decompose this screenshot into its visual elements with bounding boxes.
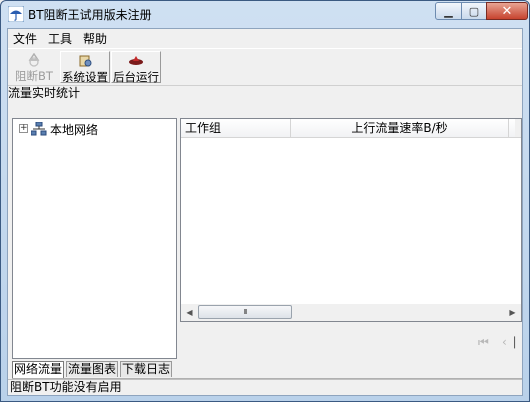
block-bt-button[interactable]: 阻断BT (11, 51, 57, 83)
title-bar[interactable]: BT阻断王试用版未注册 ▁ ▢ ✕ (1, 1, 529, 27)
settings-label: 系统设置 (62, 70, 108, 84)
tree-root-label[interactable]: 本地网络 (50, 121, 98, 138)
first-page-icon[interactable]: ⏮ (478, 335, 489, 350)
traffic-list[interactable]: 工作组 上行流量速率B/秒 ◀ III ▶ (180, 118, 522, 322)
background-run-button[interactable]: 后台运行 (111, 51, 161, 84)
maximize-button[interactable]: ▢ (461, 2, 487, 20)
block-bt-label: 阻断BT (15, 69, 53, 83)
settings-icon (79, 55, 92, 67)
menu-help[interactable]: 帮助 (83, 30, 107, 47)
prev-page-icon[interactable]: ‹ (502, 335, 507, 349)
app-window: BT阻断王试用版未注册 ▁ ▢ ✕ 文件 工具 帮助 阻断BT 系统设置 后台运… (0, 0, 530, 402)
scroll-left-icon[interactable]: ◀ (181, 304, 198, 321)
header-filler (515, 119, 521, 137)
maximize-icon: ▢ (468, 4, 480, 18)
tab-download-log[interactable]: 下载日志 (120, 361, 172, 377)
horizontal-scrollbar[interactable]: ◀ III ▶ (181, 304, 521, 321)
settings-button[interactable]: 系统设置 (60, 51, 110, 84)
tab-traffic-chart[interactable]: 流量图表 (66, 361, 118, 377)
network-icon (31, 122, 47, 136)
menu-tools[interactable]: 工具 (48, 30, 72, 47)
minimize-icon: ▁ (444, 4, 453, 18)
column-header-workgroup[interactable]: 工作组 (181, 119, 291, 137)
client-area: 文件 工具 帮助 阻断BT 系统设置 后台运行 流量实时统计 + 本地网络 工作… (7, 28, 526, 396)
toolbar: 阻断BT 系统设置 后台运行 (8, 48, 522, 86)
blank-strip (8, 99, 522, 117)
network-tree[interactable]: + 本地网络 (12, 118, 177, 359)
scroll-thumb[interactable]: III (198, 305, 292, 319)
column-header-upload-rate[interactable]: 上行流量速率B/秒 (291, 119, 509, 137)
tab-strip: 网络流量 流量图表 下载日志 (12, 361, 522, 379)
close-button[interactable]: ✕ (486, 2, 528, 20)
list-header: 工作组 上行流量速率B/秒 (181, 119, 521, 138)
umbrella-app-icon (8, 6, 24, 22)
close-icon: ✕ (501, 3, 513, 19)
window-title: BT阻断王试用版未注册 (28, 8, 152, 22)
menu-file[interactable]: 文件 (13, 30, 37, 47)
menu-bar: 文件 工具 帮助 (8, 29, 522, 46)
minimize-button[interactable]: ▁ (435, 2, 462, 20)
pager: ⏮ ‹ ⎸ (180, 325, 526, 359)
expand-icon[interactable]: + (19, 124, 28, 133)
page-edge-icon: ⎸ (514, 335, 527, 349)
status-bar: 阻断BT功能没有启用 (8, 379, 522, 395)
scroll-right-icon[interactable]: ▶ (504, 304, 521, 321)
tab-network-traffic[interactable]: 网络流量 (12, 361, 64, 378)
recycle-icon (28, 53, 40, 67)
background-run-icon (129, 56, 143, 65)
background-run-label: 后台运行 (113, 70, 159, 84)
